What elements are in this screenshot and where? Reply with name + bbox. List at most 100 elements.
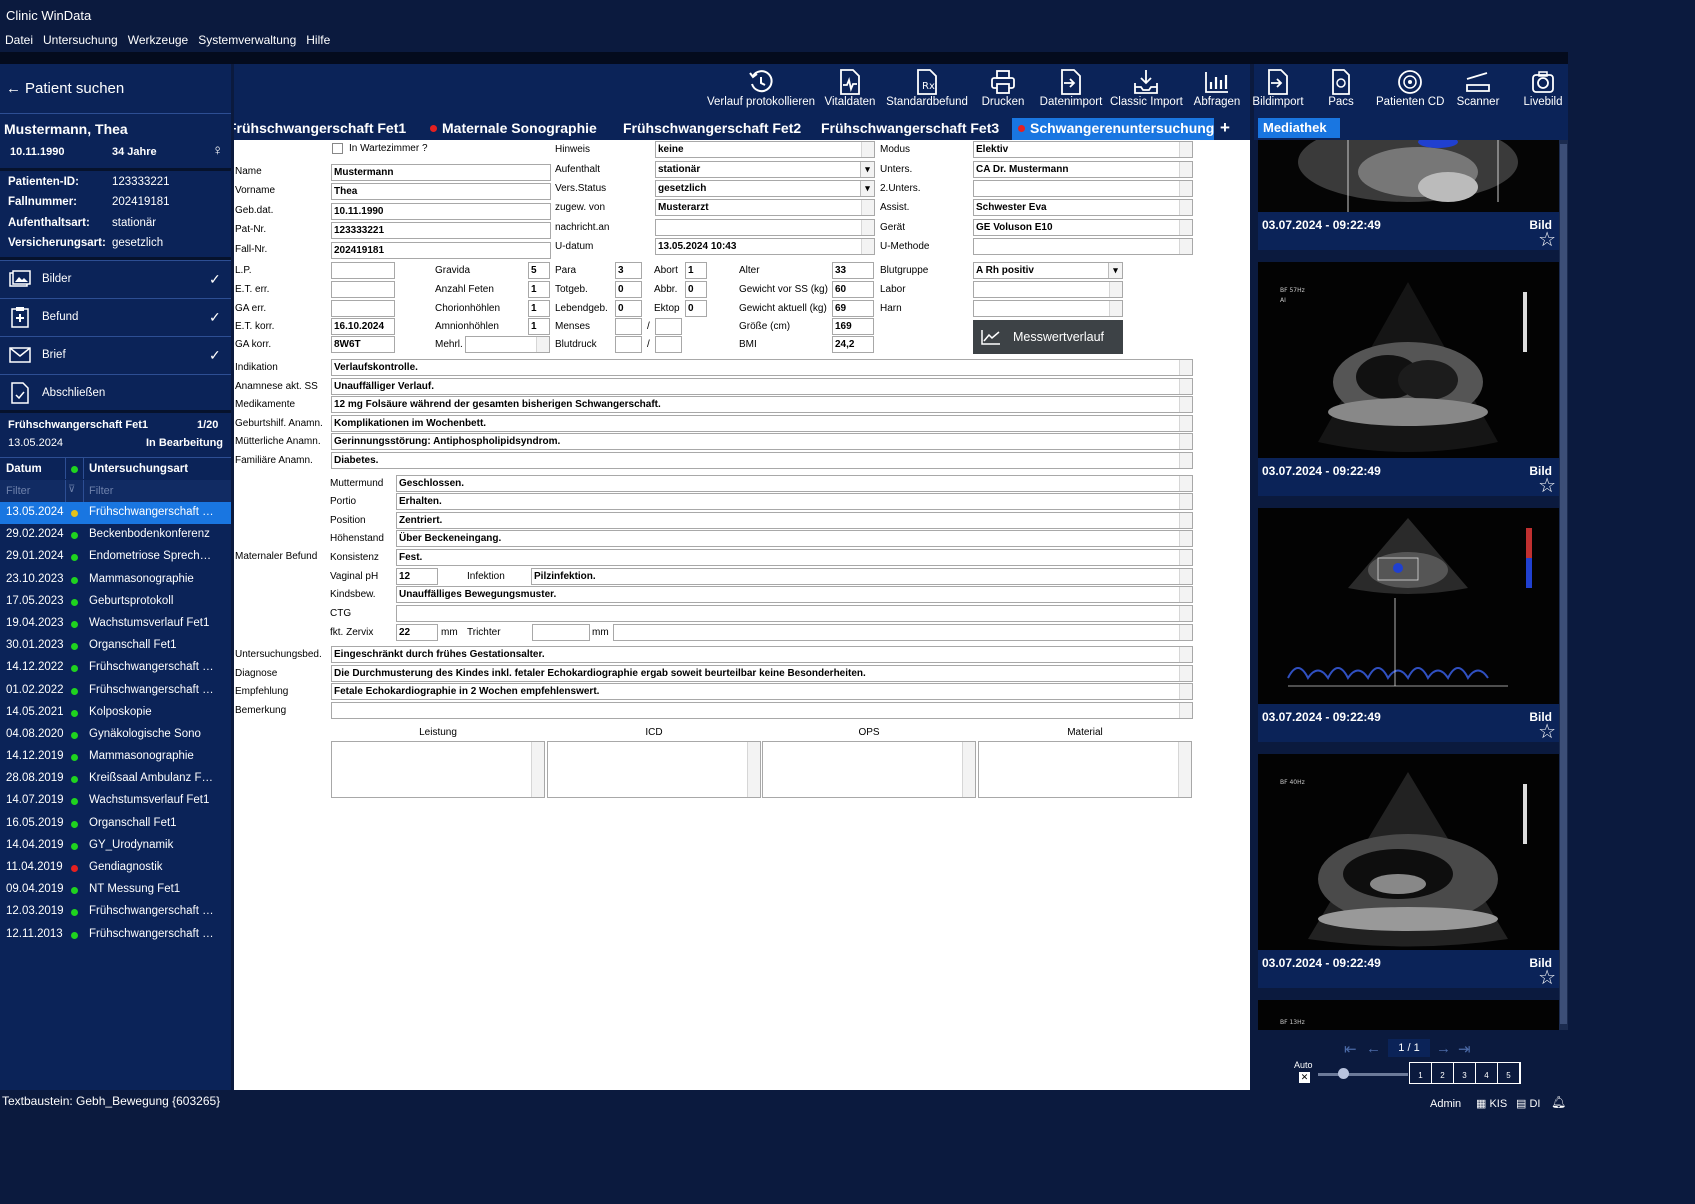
tab-schwangerenuntersuchung[interactable]: Schwangerenuntersuchung	[1012, 118, 1214, 140]
datenimport-button[interactable]: Datenimport	[1038, 68, 1104, 114]
exam-row[interactable]: 13.05.2024 Frühschwangerschaft Fet1	[0, 502, 231, 525]
messwertverlauf-button[interactable]: Messwertverlauf	[973, 320, 1123, 354]
code-list-box[interactable]	[978, 741, 1192, 798]
layout-slot-button[interactable]: 4	[1476, 1063, 1498, 1083]
head2-field[interactable]	[655, 219, 875, 236]
maternal-field[interactable]: Über Beckeneingang.	[396, 530, 1193, 547]
obstetric-field[interactable]: 1	[528, 318, 550, 335]
anamnesis-field[interactable]: Unauffälliger Verlauf.	[331, 378, 1193, 395]
star-icon[interactable]: ☆	[1538, 230, 1556, 250]
body-measure-field[interactable]: 169	[832, 318, 874, 335]
tab-fruehschwangerschaft-fet2[interactable]: Frühschwangerschaft Fet2	[623, 118, 801, 140]
maternal-field[interactable]: Geschlossen.	[396, 475, 1193, 492]
anamnesis-field[interactable]: Verlaufskontrolle.	[331, 359, 1193, 376]
assessment-field[interactable]: Die Durchmusterung des Kindes inkl. feta…	[331, 665, 1193, 682]
menu-datei[interactable]: Datei	[5, 33, 33, 49]
bildimport-button[interactable]: Bildimport	[1252, 68, 1304, 114]
obstetric-field[interactable]: 16.10.2024	[331, 318, 395, 335]
maternal-field[interactable]: Erhalten.	[396, 493, 1193, 510]
first-page-icon[interactable]: ⇤	[1344, 1040, 1357, 1058]
nav-befund[interactable]: Befund ✓	[0, 298, 231, 335]
date-filter-input[interactable]: Filter	[6, 485, 30, 497]
exam-row[interactable]: 16.05.2019 Organschall Fet1	[0, 813, 231, 835]
exam-row[interactable]: 04.08.2020 Gynäkologische Sono	[0, 724, 231, 746]
exam-row[interactable]: 01.02.2022 Frühschwangerschaft Fet1	[0, 680, 231, 702]
exam-row[interactable]: 12.03.2019 Frühschwangerschaft Fet1	[0, 901, 231, 923]
classic-import-button[interactable]: Classic Import	[1110, 68, 1183, 114]
maternal-field[interactable]	[396, 605, 1193, 622]
scrollbar-thumb[interactable]	[1560, 144, 1567, 1024]
maternal-field[interactable]: Zentriert.	[396, 512, 1193, 529]
di-indicator[interactable]: ▤ DI	[1516, 1097, 1540, 1110]
tab-fruehschwangerschaft-fet1[interactable]: Frühschwangerschaft Fet1	[234, 118, 406, 140]
head2-field[interactable]: Musterarzt	[655, 199, 875, 216]
obstetric-field[interactable]: 0	[615, 300, 642, 317]
obstetric-field-second[interactable]	[655, 318, 682, 335]
abfragen-button[interactable]: Abfragen	[1192, 68, 1242, 114]
size-slider-track[interactable]	[1318, 1073, 1408, 1076]
standardbefund-button[interactable]: Rx Standardbefund	[885, 68, 969, 114]
head-field[interactable]: Thea	[331, 183, 551, 200]
exam-row[interactable]: 14.05.2021 Kolposkopie	[0, 702, 231, 724]
obstetric-field[interactable]: 1	[528, 281, 550, 298]
filter-icon[interactable]: ⊽	[68, 484, 75, 495]
head-field[interactable]: 10.11.1990	[331, 203, 551, 220]
scanner-button[interactable]: Scanner	[1456, 68, 1500, 114]
lab-field[interactable]	[973, 300, 1123, 317]
body-measure-field[interactable]: 69	[832, 300, 874, 317]
layout-slot-button[interactable]: 1	[1410, 1063, 1432, 1083]
obstetric-field[interactable]: 8W6T	[331, 336, 395, 353]
vaginal-ph-field[interactable]: 12	[396, 568, 438, 585]
star-icon[interactable]: ☆	[1538, 476, 1556, 496]
head-field[interactable]: 202419181	[331, 242, 551, 259]
size-slider-thumb[interactable]	[1338, 1068, 1349, 1079]
body-measure-field[interactable]: 24,2	[832, 336, 874, 353]
obstetric-field[interactable]	[331, 300, 395, 317]
obstetric-field[interactable]: 1	[528, 300, 550, 317]
assessment-field[interactable]: Eingeschränkt durch frühes Gestationsalt…	[331, 646, 1193, 663]
obstetric-field[interactable]	[615, 336, 642, 353]
pacs-button[interactable]: Pacs	[1326, 68, 1356, 114]
obstetric-field[interactable]: 1	[685, 262, 707, 279]
type-filter-input[interactable]: Filter	[89, 485, 113, 497]
menu-werkzeuge[interactable]: Werkzeuge	[128, 33, 188, 49]
media-card[interactable]: 03.07.2024 - 09:22:49 Bild ☆	[1258, 140, 1560, 250]
obstetric-field[interactable]: 0	[615, 281, 642, 298]
lab-field[interactable]: A Rh positiv	[973, 262, 1123, 279]
next-page-icon[interactable]: →	[1436, 1040, 1451, 1057]
layout-slot-button[interactable]: 5	[1498, 1063, 1520, 1083]
exam-row[interactable]: 09.04.2019 NT Messung Fet1	[0, 879, 231, 901]
nav-abschliessen[interactable]: Abschließen	[0, 374, 231, 411]
patient-search-button[interactable]: ← Patient suchen	[0, 64, 231, 114]
anamnesis-field[interactable]: Diabetes.	[331, 452, 1193, 469]
prev-page-icon[interactable]: ←	[1366, 1040, 1381, 1057]
exam-row[interactable]: 12.11.2013 Frühschwangerschaft Fet1	[0, 924, 231, 946]
head2-field[interactable]: stationär	[655, 161, 875, 178]
media-card[interactable]: 03.07.2024 - 09:22:49 Bild ☆	[1258, 508, 1560, 742]
vitaldaten-button[interactable]: Vitaldaten	[822, 68, 878, 114]
layout-slot-button[interactable]: 2	[1432, 1063, 1454, 1083]
anamnesis-field[interactable]: 12 mg Folsäure während der gesamten bish…	[331, 396, 1193, 413]
head3-field[interactable]	[973, 238, 1193, 255]
anamnesis-field[interactable]: Gerinnungsstörung: Antiphospholipidsyndr…	[331, 433, 1193, 450]
obstetric-field[interactable]	[331, 262, 395, 279]
col-datum[interactable]: Datum	[6, 463, 42, 475]
wartezimmer-checkbox[interactable]	[332, 143, 343, 154]
menu-hilfe[interactable]: Hilfe	[306, 33, 330, 49]
obstetric-field[interactable]: 3	[615, 262, 642, 279]
bell-icon[interactable]: 🔔︎	[1551, 1095, 1566, 1109]
media-card[interactable]: BF 40Hz 03.07.2024 - 09:22:49 Bild ☆	[1258, 754, 1560, 988]
exam-row[interactable]: 29.01.2024 Endometriose Sprechstunde	[0, 546, 231, 568]
code-list-box[interactable]	[547, 741, 761, 798]
exam-row[interactable]: 14.04.2019 GY_Urodynamik	[0, 835, 231, 857]
mehrling-field[interactable]	[465, 336, 550, 353]
body-measure-field[interactable]: 60	[832, 281, 874, 298]
obstetric-field[interactable]: 0	[685, 300, 707, 317]
star-icon[interactable]: ☆	[1538, 968, 1556, 988]
obstetric-field[interactable]: 5	[528, 262, 550, 279]
head-field[interactable]: Mustermann	[331, 164, 551, 181]
tab-fruehschwangerschaft-fet3[interactable]: Frühschwangerschaft Fet3	[821, 118, 999, 140]
zervix-field[interactable]: 22	[396, 624, 438, 641]
trichter-field[interactable]	[532, 624, 590, 641]
head3-field[interactable]: Elektiv	[973, 141, 1193, 158]
